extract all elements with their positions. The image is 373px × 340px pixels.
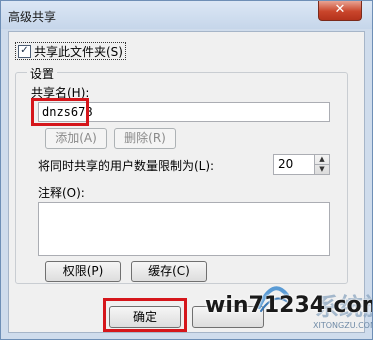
add-button-label: 添加(A): [55, 131, 97, 145]
close-button[interactable]: ✕: [318, 1, 362, 21]
close-icon: ✕: [334, 2, 346, 17]
advanced-sharing-dialog: 高级共享 ✕ ✓ 共享此文件夹(S) 设置 共享名(H): dnzs678 添加…: [0, 0, 373, 340]
permissions-button[interactable]: 权限(P): [45, 261, 121, 282]
share-folder-label: 共享此文件夹(S): [34, 44, 123, 59]
cache-button[interactable]: 缓存(C): [131, 261, 207, 282]
spin-down-icon[interactable]: ▼: [315, 165, 329, 174]
user-limit-label: 将同时共享的用户数量限制为(L):: [38, 159, 215, 173]
add-button[interactable]: 添加(A): [45, 128, 107, 149]
user-limit-value: 20: [278, 157, 294, 171]
comment-textarea[interactable]: [38, 202, 330, 256]
user-limit-spinner[interactable]: 20 ▲ ▼: [273, 154, 330, 175]
dialog-body: ✓ 共享此文件夹(S) 设置 共享名(H): dnzs678 添加(A) 删除(…: [8, 31, 365, 333]
window-title: 高级共享: [8, 10, 57, 24]
spin-up-icon[interactable]: ▲: [315, 155, 329, 165]
remove-button[interactable]: 删除(R): [114, 128, 176, 149]
cancel-button[interactable]: [192, 306, 264, 328]
cache-button-label: 缓存(C): [148, 264, 190, 278]
permissions-button-label: 权限(P): [62, 264, 104, 278]
title-bar[interactable]: 高级共享 ✕: [1, 1, 372, 29]
share-folder-checkbox[interactable]: ✓ 共享此文件夹(S): [15, 42, 126, 60]
settings-legend: 设置: [27, 65, 58, 82]
comment-label: 注释(O):: [38, 186, 85, 200]
share-name-highlight: [31, 98, 89, 126]
checkmark-icon[interactable]: ✓: [18, 44, 31, 58]
ok-button-highlight: [103, 298, 187, 332]
spinner-buttons: ▲ ▼: [314, 155, 329, 174]
remove-button-label: 删除(R): [124, 131, 166, 145]
